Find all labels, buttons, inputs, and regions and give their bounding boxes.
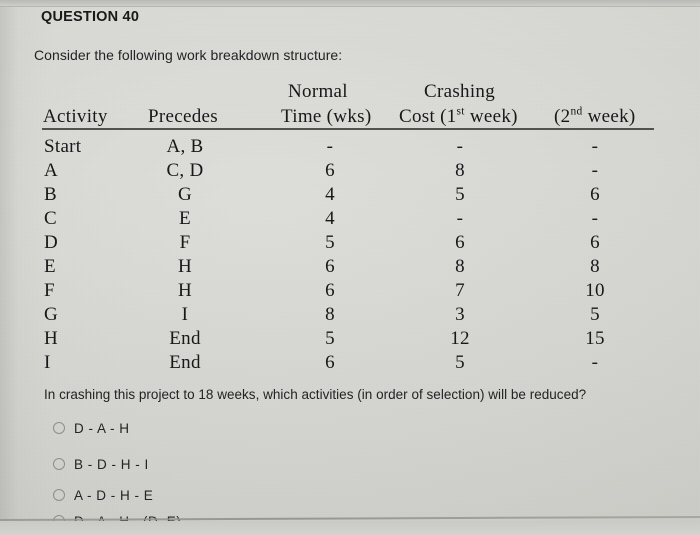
column-header-cost-first-week-lead: Cost (1 <box>399 106 457 127</box>
table-row: A C, D 6 8 - <box>0 160 700 184</box>
table-row: G I 8 3 5 <box>0 304 700 328</box>
question-content: QUESTION 40 Consider the following work … <box>0 0 700 535</box>
column-header-cost-second-week-tail: week) <box>582 106 636 127</box>
cell-normal-time: 6 <box>325 256 335 277</box>
radio-button-icon[interactable] <box>53 489 65 501</box>
cell-crash-cost-second-week: 15 <box>585 328 605 350</box>
cell-crash-cost-first-week: 12 <box>450 328 470 350</box>
radio-button-icon[interactable] <box>53 422 65 434</box>
column-group-normal: Normal <box>288 81 348 102</box>
cell-crash-cost-second-week: - <box>591 352 599 374</box>
cell-normal-time: 6 <box>325 159 335 181</box>
cell-normal-time: 4 <box>325 207 335 229</box>
column-header-activity: Activity <box>43 106 108 127</box>
column-header-cost-first-week-sup: st <box>456 105 465 118</box>
bottom-edge-shade <box>0 521 700 535</box>
cell-crash-cost-first-week: 8 <box>455 159 465 181</box>
cell-normal-time: 6 <box>325 280 335 302</box>
cell-normal-time: 6 <box>325 352 335 374</box>
cell-crash-cost-first-week: 3 <box>455 304 465 326</box>
cell-activity: E <box>44 256 56 277</box>
cell-precedes: End <box>169 352 201 374</box>
cell-precedes: G <box>177 183 193 205</box>
cell-crash-cost-first-week: 8 <box>455 256 465 277</box>
cell-crash-cost-first-week: 7 <box>455 280 465 302</box>
column-header-cost-second-week: (2nd week) <box>554 106 636 128</box>
cell-crash-cost-second-week: 10 <box>585 280 605 302</box>
table-row: B G 4 5 6 <box>0 184 700 208</box>
page-title: QUESTION 40 <box>41 9 140 25</box>
cell-normal-time: 5 <box>325 328 335 350</box>
cell-activity: H <box>44 328 59 350</box>
cell-activity: B <box>44 183 57 205</box>
cell-activity: Start <box>44 135 82 157</box>
answer-option-label: D - A - H <box>74 420 130 436</box>
cell-crash-cost-first-week: 6 <box>455 231 465 253</box>
column-header-time: Time (wks) <box>281 106 372 127</box>
cell-precedes: A, B <box>166 135 204 157</box>
cell-normal-time: 5 <box>325 231 335 253</box>
answer-option-0[interactable]: D - A - H <box>53 418 130 438</box>
cell-precedes: I <box>181 304 189 326</box>
answer-option-label: A - D - H - E <box>74 487 154 503</box>
cell-crash-cost-second-week: - <box>591 159 599 181</box>
table-row: C E 4 - - <box>0 208 700 232</box>
cell-crash-cost-first-week: - <box>456 207 464 229</box>
cell-crash-cost-second-week: - <box>591 135 599 157</box>
column-header-precedes: Precedes <box>148 106 218 127</box>
table-row: I End 6 5 - <box>0 352 700 376</box>
cell-crash-cost-second-week: 6 <box>590 183 600 205</box>
header-underline <box>42 128 654 130</box>
cell-precedes: H <box>177 256 193 277</box>
cell-activity: D <box>44 231 59 253</box>
column-header-cost-first-week-tail: week) <box>464 106 518 127</box>
cell-precedes: E <box>179 207 191 229</box>
cell-activity: I <box>44 352 51 374</box>
column-header-cost-first-week: Cost (1st week) <box>399 106 518 128</box>
answer-option-label: B - D - H - I <box>74 456 149 472</box>
table-row: E H 6 8 8 <box>0 256 700 280</box>
cell-activity: C <box>44 207 57 229</box>
cell-crash-cost-second-week: - <box>591 207 599 229</box>
cell-precedes: C, D <box>166 159 204 181</box>
cell-precedes: H <box>177 280 193 302</box>
table-row: H End 5 12 15 <box>0 328 700 352</box>
column-group-crashing: Crashing <box>424 81 496 102</box>
cell-crash-cost-first-week: 5 <box>455 352 465 374</box>
radio-button-icon[interactable] <box>53 458 65 470</box>
answer-option-2[interactable]: A - D - H - E <box>53 485 153 505</box>
cell-activity: F <box>44 280 55 302</box>
column-header-cost-second-week-lead: (2 <box>554 106 571 127</box>
cell-crash-cost-first-week: - <box>456 135 464 157</box>
cell-normal-time: 4 <box>325 183 335 205</box>
cell-crash-cost-second-week: 6 <box>590 231 600 253</box>
cell-activity: A <box>44 159 59 181</box>
sub-question-text: In crashing this project to 18 weeks, wh… <box>44 387 587 402</box>
table-row: F H 6 7 10 <box>0 280 700 304</box>
cell-normal-time: 8 <box>325 304 335 326</box>
cell-activity: G <box>44 304 59 326</box>
question-prompt: Consider the following work breakdown st… <box>34 47 343 63</box>
column-header-cost-second-week-sup: nd <box>570 105 583 118</box>
answer-option-1[interactable]: B - D - H - I <box>53 454 149 474</box>
table-row: Start A, B - - - <box>0 136 700 160</box>
cell-precedes: End <box>169 328 201 350</box>
cell-precedes: F <box>179 231 191 253</box>
cell-crash-cost-second-week: 8 <box>590 256 600 277</box>
cell-crash-cost-first-week: 5 <box>455 183 465 205</box>
table-row: D F 5 6 6 <box>0 232 700 256</box>
cell-crash-cost-second-week: 5 <box>590 304 600 326</box>
cell-normal-time: - <box>326 135 334 157</box>
